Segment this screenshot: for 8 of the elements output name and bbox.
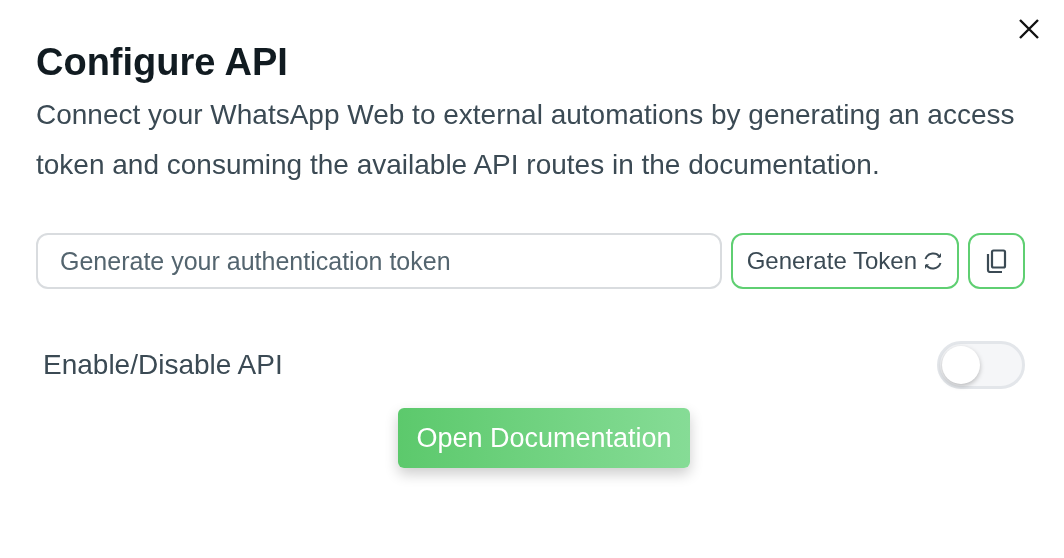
toggle-label: Enable/Disable API (43, 349, 283, 381)
generate-token-button[interactable]: Generate Token (730, 233, 959, 289)
token-field[interactable]: Generate your authentication token (36, 233, 722, 289)
copy-button[interactable] (968, 233, 1025, 289)
copy-icon (985, 249, 1008, 273)
dialog-title: Configure API (36, 40, 289, 85)
dialog-description: Connect your WhatsApp Web to external automations by generating an access token and consuming the available API routes in the documentation. (36, 98, 1016, 182)
toggle-switch[interactable] (937, 341, 1025, 389)
